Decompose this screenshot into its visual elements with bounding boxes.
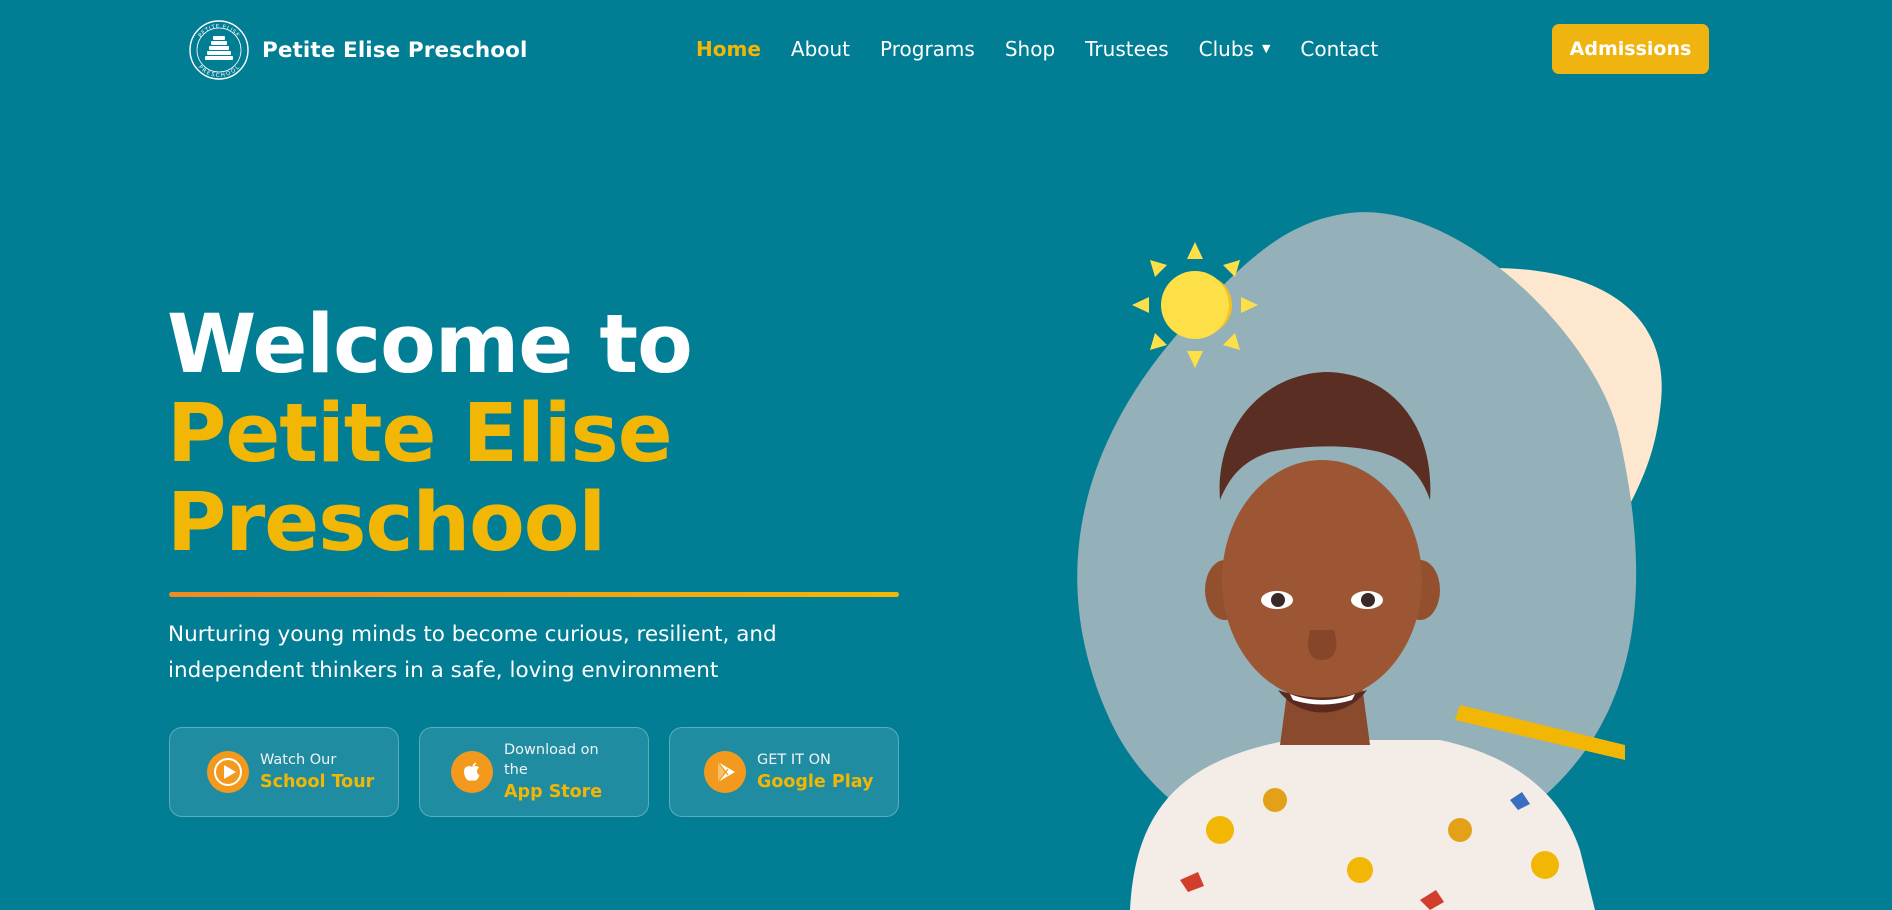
nav-item-about[interactable]: About <box>791 34 850 64</box>
brand-name: Petite Elise Preschool <box>262 37 528 63</box>
cta-big-text: School Tour <box>260 772 375 792</box>
nav-label: Programs <box>880 37 975 61</box>
nav-label: Trustees <box>1085 37 1169 61</box>
hero-illustration <box>1077 212 1662 910</box>
nav-label: Clubs <box>1198 37 1254 61</box>
nav-label: Home <box>696 37 761 61</box>
nav-item-contact[interactable]: Contact <box>1300 34 1378 64</box>
hero-tagline: Nurturing young minds to become curious,… <box>168 622 777 683</box>
school-tour-button[interactable]: Watch Our School Tour <box>169 727 399 817</box>
nav-label: Contact <box>1300 37 1379 61</box>
hero-title-line3: Preschool <box>167 476 606 570</box>
cta-small-text: Download on the <box>504 742 599 778</box>
site-header: PETITE ELISE PRESCHOOL Petite Elise Pres… <box>0 0 1892 98</box>
google-play-button[interactable]: GET IT ON Google Play <box>669 727 899 817</box>
play-icon <box>207 751 249 793</box>
app-store-button[interactable]: Download on the App Store <box>419 727 649 817</box>
cta-small-text: Watch Our <box>260 752 337 768</box>
nav-item-home[interactable]: Home <box>696 34 761 64</box>
admissions-button[interactable]: Admissions <box>1552 24 1709 74</box>
google-play-icon <box>704 751 746 793</box>
nav-item-programs[interactable]: Programs <box>880 34 975 64</box>
caret-down-icon: ▼ <box>1261 42 1271 55</box>
nav-item-shop[interactable]: Shop <box>1005 34 1055 64</box>
hero-divider <box>169 592 899 597</box>
cta-small-text: GET IT ON <box>757 752 831 768</box>
main-nav: Home About Programs Shop Trustees Clubs ▼… <box>696 34 1408 64</box>
apple-icon <box>451 751 493 793</box>
cta-big-text: App Store <box>504 782 603 802</box>
school-logo-icon: PETITE ELISE PRESCHOOL <box>189 20 249 80</box>
hero-title-line1: Welcome to <box>167 298 693 392</box>
nav-item-clubs[interactable]: Clubs ▼ <box>1199 34 1271 64</box>
nav-item-trustees[interactable]: Trustees <box>1085 34 1168 64</box>
brand-link[interactable]: PETITE ELISE PRESCHOOL Petite Elise Pres… <box>188 19 528 81</box>
hero-title: Welcome to Petite Elise Preschool <box>167 298 693 570</box>
nav-label: Shop <box>1004 37 1056 61</box>
cta-big-text: Google Play <box>757 772 874 792</box>
hero-title-line2: Petite Elise <box>167 387 673 481</box>
nav-label: About <box>790 37 851 61</box>
